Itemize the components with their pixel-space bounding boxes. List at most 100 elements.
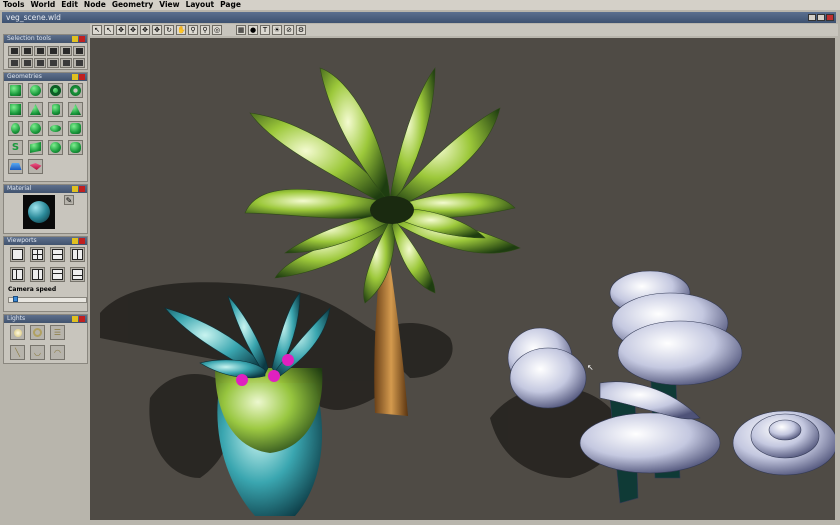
viewports-panel: Viewports Camera speed: [3, 236, 88, 312]
move-x-icon[interactable]: ✥: [128, 25, 138, 35]
material-preview[interactable]: [23, 195, 55, 229]
pin-icon[interactable]: [72, 238, 78, 244]
torus-geometry-icon[interactable]: [68, 83, 83, 98]
pin-icon[interactable]: [72, 186, 78, 192]
viewport-layout-icon[interactable]: ▦: [236, 25, 246, 35]
three-view-top-icon[interactable]: [50, 267, 65, 282]
tube-geometry-icon[interactable]: [68, 121, 83, 136]
slider-thumb[interactable]: [12, 296, 18, 302]
select-mode-icon[interactable]: [60, 58, 72, 68]
zoom-icon[interactable]: ⚲: [188, 25, 198, 35]
pin-icon[interactable]: [72, 316, 78, 322]
extrude-geometry-icon[interactable]: [28, 140, 43, 155]
vertical-split-view-icon[interactable]: [70, 247, 85, 262]
render-icon[interactable]: ●: [248, 25, 258, 35]
text-tool-icon[interactable]: T: [260, 25, 270, 35]
menu-view[interactable]: View: [156, 0, 182, 10]
move-z-icon[interactable]: ✥: [152, 25, 162, 35]
close-button[interactable]: [826, 14, 834, 21]
move-tool-icon[interactable]: ✥: [116, 25, 126, 35]
select-mode-icon[interactable]: [34, 58, 46, 68]
settings-icon[interactable]: ⚙: [296, 25, 306, 35]
panel-close-icon[interactable]: [79, 74, 85, 80]
select-all-icon[interactable]: [73, 46, 85, 56]
sphere-geometry-icon[interactable]: [28, 83, 43, 98]
menu-world[interactable]: World: [27, 0, 58, 10]
menu-page[interactable]: Page: [217, 0, 244, 10]
capsule-geometry-icon[interactable]: [8, 121, 23, 136]
panel-close-icon[interactable]: [79, 186, 85, 192]
menu-edit[interactable]: Edit: [58, 0, 81, 10]
maximize-button[interactable]: [817, 14, 825, 21]
ambient-light-icon[interactable]: ◠: [50, 345, 65, 360]
single-view-icon[interactable]: [10, 247, 25, 262]
terrain-geometry-icon[interactable]: [28, 159, 43, 174]
menu-tools[interactable]: Tools: [0, 0, 27, 10]
cylinder-geometry-icon[interactable]: [48, 102, 63, 117]
hand-pan-icon[interactable]: ✋: [176, 25, 186, 35]
3d-viewport[interactable]: ↖: [90, 38, 835, 520]
select-tool-icon[interactable]: ↖: [92, 25, 102, 35]
horizontal-split-view-icon[interactable]: [50, 247, 65, 262]
minimize-button[interactable]: [808, 14, 816, 21]
panel-close-icon[interactable]: [79, 316, 85, 322]
menu-geometry[interactable]: Geometry: [109, 0, 156, 10]
box-geometry-icon[interactable]: [8, 83, 23, 98]
camera-speed-slider[interactable]: [8, 296, 87, 303]
panel-close-icon[interactable]: [79, 36, 85, 42]
select-mode-icon[interactable]: [47, 58, 59, 68]
select-group-icon[interactable]: [21, 46, 33, 56]
select-face-icon[interactable]: [34, 46, 46, 56]
pyramid-geometry-icon[interactable]: [68, 102, 83, 117]
lathe-geometry-icon[interactable]: [48, 140, 63, 155]
disc-geometry-icon[interactable]: [48, 121, 63, 136]
panel-header: Viewports: [4, 237, 87, 245]
eyedropper-icon[interactable]: ✎: [64, 195, 74, 205]
three-view-right-icon[interactable]: [30, 267, 45, 282]
area-light-icon[interactable]: ◡: [30, 345, 45, 360]
blob-geometry-icon[interactable]: [68, 140, 83, 155]
select-edge-icon[interactable]: [47, 46, 59, 56]
mouse-cursor-icon: ↖: [587, 363, 594, 372]
window-title-bar[interactable]: veg_scene.wld: [2, 12, 836, 23]
material-sphere-icon: [28, 201, 50, 223]
pin-icon[interactable]: [72, 36, 78, 42]
point-light-icon[interactable]: [10, 325, 25, 340]
ring-geometry-icon[interactable]: [48, 83, 63, 98]
no-entry-icon[interactable]: ⊘: [284, 25, 294, 35]
panel-title: Lights: [7, 315, 26, 322]
pin-icon[interactable]: [72, 74, 78, 80]
material-panel: Material ✎: [3, 184, 88, 234]
select-vertex-icon[interactable]: [60, 46, 72, 56]
zoom-region-icon[interactable]: ⚲: [200, 25, 210, 35]
panel-header: Lights: [4, 315, 87, 323]
rotate-tool-icon[interactable]: ↻: [164, 25, 174, 35]
panel-title: Material: [7, 185, 32, 192]
spline-geometry-icon[interactable]: S: [8, 140, 23, 155]
panel-title: Geometries: [7, 73, 42, 80]
select-arrow-icon[interactable]: ↖: [104, 25, 114, 35]
spot-light-icon[interactable]: ╲: [10, 345, 25, 360]
light-icon[interactable]: ☀: [272, 25, 282, 35]
move-y-icon[interactable]: ✥: [140, 25, 150, 35]
omni-light-icon[interactable]: [30, 325, 45, 340]
directional-light-icon[interactable]: ☰: [50, 325, 65, 340]
scene-window: veg_scene.wld ↖ ↖ ✥ ✥ ✥ ✥ ↻ ✋ ⚲ ⚲ ◎ ▦ ● …: [0, 10, 840, 525]
select-mode-icon[interactable]: [8, 58, 20, 68]
menu-node[interactable]: Node: [81, 0, 109, 10]
plane-geometry-icon[interactable]: [8, 159, 23, 174]
select-object-icon[interactable]: [8, 46, 20, 56]
select-mode-icon[interactable]: [21, 58, 33, 68]
orbit-icon[interactable]: ◎: [212, 25, 222, 35]
hemisphere-geometry-icon[interactable]: [28, 121, 43, 136]
cone-geometry-icon[interactable]: [28, 102, 43, 117]
window-title: veg_scene.wld: [6, 13, 61, 22]
menu-layout[interactable]: Layout: [183, 0, 218, 10]
quad-view-icon[interactable]: [30, 247, 45, 262]
three-view-bottom-icon[interactable]: [70, 267, 85, 282]
three-view-left-icon[interactable]: [10, 267, 25, 282]
selection-panel: Selection tools: [3, 34, 88, 70]
panel-close-icon[interactable]: [79, 238, 85, 244]
cube-geometry-icon[interactable]: [8, 102, 23, 117]
select-mode-icon[interactable]: [73, 58, 85, 68]
